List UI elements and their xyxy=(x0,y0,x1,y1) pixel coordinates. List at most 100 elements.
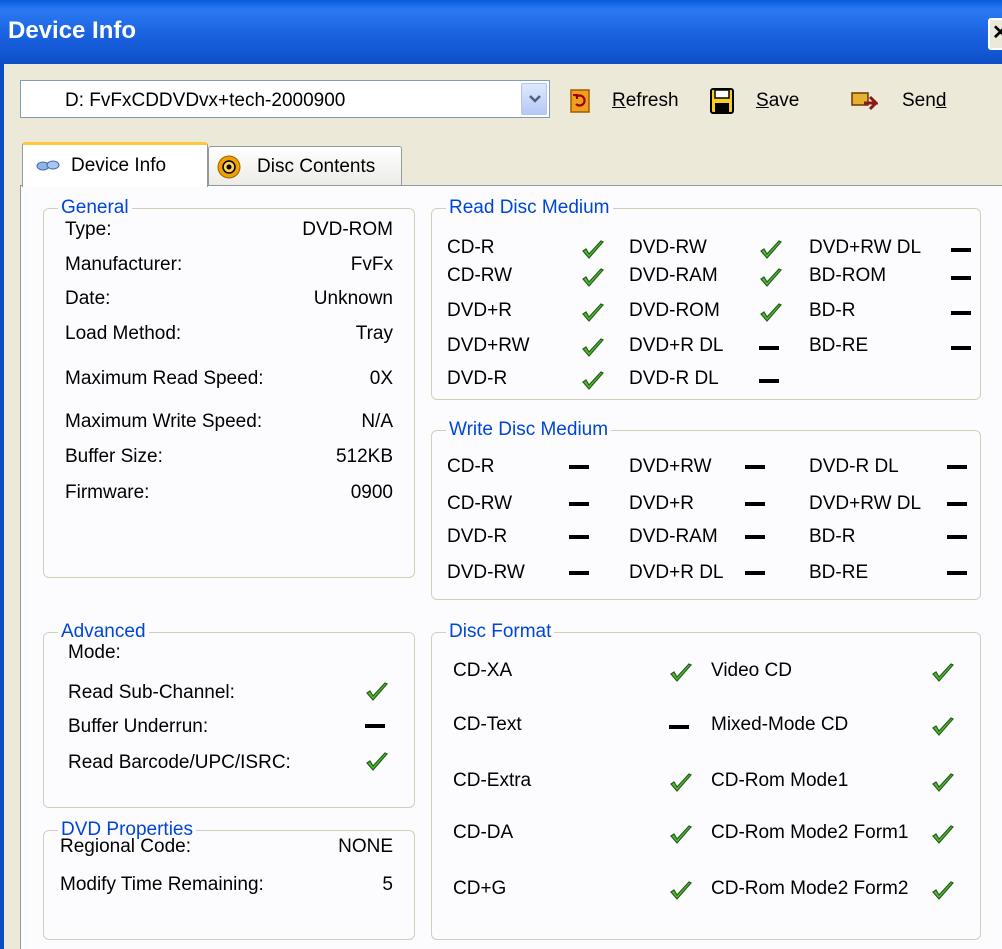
checkmark-icon xyxy=(582,268,604,287)
dash-icon xyxy=(669,725,689,729)
checkmark-icon xyxy=(760,240,782,259)
write-medium-label: DVD-R DL xyxy=(809,456,899,477)
read-medium-label: CD-RW xyxy=(447,265,513,286)
tab-panel: General Advanced DVD Properties Read Dis… xyxy=(20,185,1002,949)
write-medium-label: DVD+RW xyxy=(629,456,712,477)
dash-icon xyxy=(745,535,765,539)
write-medium-label: DVD+R DL xyxy=(629,562,724,583)
general-label: Load Method: xyxy=(65,323,182,344)
dash-icon xyxy=(569,465,589,469)
refresh-button[interactable]: Refresh xyxy=(570,84,679,118)
disc-format-label: CD-DA xyxy=(453,822,514,843)
general-value: Tray xyxy=(355,323,393,344)
send-icon xyxy=(851,92,878,111)
disc-format-label: Mixed-Mode CD xyxy=(711,714,849,735)
drive-select[interactable]: D: FvFxCDDVDvx+tech-2000900 xyxy=(20,80,550,118)
window-title: Device Info xyxy=(8,17,137,44)
dash-icon xyxy=(759,346,779,350)
checkmark-icon xyxy=(760,268,782,287)
write-medium-label: DVD-RAM xyxy=(629,526,718,547)
checkmark-icon xyxy=(932,881,954,900)
checkmark-icon xyxy=(670,773,692,792)
dash-icon xyxy=(745,502,765,506)
general-label: Maximum Write Speed: xyxy=(65,411,263,432)
dash-icon xyxy=(951,276,971,280)
chevron-down-icon xyxy=(529,95,541,103)
checkmark-icon xyxy=(932,717,954,736)
general-value: 512KB xyxy=(335,446,393,467)
dropdown-button[interactable] xyxy=(521,83,547,115)
checkmark-icon xyxy=(366,752,388,771)
disc-format-title: Disc Format xyxy=(446,621,555,643)
read-disc-medium-title: Read Disc Medium xyxy=(446,197,613,219)
dvd-property-value: NONE xyxy=(338,836,393,857)
dash-icon xyxy=(745,465,765,469)
checkmark-icon xyxy=(670,825,692,844)
dash-icon xyxy=(947,502,967,506)
general-value: FvFx xyxy=(350,254,393,275)
disc-format-label: CD-Extra xyxy=(453,770,532,791)
read-medium-label: DVD-RW xyxy=(629,237,707,258)
general-value: 0X xyxy=(369,368,393,389)
general-label: Manufacturer: xyxy=(65,254,183,275)
general-label: Maximum Read Speed: xyxy=(65,368,264,389)
advanced-title: Advanced xyxy=(58,621,149,643)
advanced-label: Read Sub-Channel: xyxy=(68,682,235,703)
checkmark-icon xyxy=(670,663,692,682)
read-medium-label: CD-R xyxy=(447,237,495,258)
checkmark-icon xyxy=(582,338,604,357)
dvd-property-value: 5 xyxy=(382,874,393,895)
read-medium-label: DVD-ROM xyxy=(629,300,720,321)
checkmark-icon xyxy=(582,240,604,259)
write-medium-label: DVD-R xyxy=(447,526,508,547)
tab-disc-contents[interactable]: Disc Contents xyxy=(208,146,402,186)
general-label: Buffer Size: xyxy=(65,446,163,467)
dash-icon xyxy=(569,571,589,575)
write-medium-label: CD-R xyxy=(447,456,495,477)
tab-disc-contents-label: Disc Contents xyxy=(257,155,376,177)
checkmark-icon xyxy=(932,663,954,682)
checkmark-icon xyxy=(582,371,604,390)
general-label: Date: xyxy=(65,288,111,309)
write-medium-label: DVD-RW xyxy=(447,562,525,583)
read-medium-label: BD-ROM xyxy=(809,265,887,286)
dvd-property-label: Regional Code: xyxy=(60,836,191,857)
close-button[interactable]: ✕ xyxy=(988,18,1002,50)
read-medium-label: DVD+R xyxy=(447,300,512,321)
write-medium-label: DVD+RW DL xyxy=(809,493,922,514)
write-disc-medium-title: Write Disc Medium xyxy=(446,419,612,441)
dash-icon xyxy=(759,379,779,383)
dash-icon xyxy=(947,465,967,469)
read-medium-label: DVD+RW xyxy=(447,335,530,356)
title-bar: Device Info ✕ xyxy=(0,0,1002,64)
dash-icon xyxy=(947,571,967,575)
checkmark-icon xyxy=(932,825,954,844)
save-label: Save xyxy=(756,90,800,111)
checkmark-icon xyxy=(670,881,692,900)
write-medium-label: BD-RE xyxy=(809,562,869,583)
read-medium-label: DVD-RAM xyxy=(629,265,718,286)
write-medium-label: DVD+R xyxy=(629,493,694,514)
write-medium-label: BD-R xyxy=(809,526,856,547)
dash-icon xyxy=(951,248,971,252)
refresh-icon xyxy=(570,89,590,113)
advanced-label: Buffer Underrun: xyxy=(68,716,209,737)
read-medium-label: BD-RE xyxy=(809,335,869,356)
tab-device-info[interactable]: Device Info xyxy=(22,142,208,187)
dash-icon xyxy=(951,346,971,350)
read-medium-label: DVD+R DL xyxy=(629,335,724,356)
close-icon: ✕ xyxy=(992,22,1002,44)
save-button[interactable]: Save xyxy=(710,84,799,118)
general-label: Firmware: xyxy=(65,482,150,503)
window-frame xyxy=(0,64,4,949)
dash-icon xyxy=(951,311,971,315)
general-label: Type: xyxy=(65,219,112,240)
disc-format-label: CD+G xyxy=(453,878,507,899)
tab-device-info-label: Device Info xyxy=(71,155,167,176)
send-button[interactable]: Send xyxy=(850,84,946,118)
general-value: N/A xyxy=(361,411,393,432)
advanced-label: Mode: xyxy=(68,642,121,663)
disc-format-label: CD-XA xyxy=(453,660,513,681)
read-medium-label: DVD-R DL xyxy=(629,368,719,389)
read-medium-label: BD-R xyxy=(809,300,856,321)
